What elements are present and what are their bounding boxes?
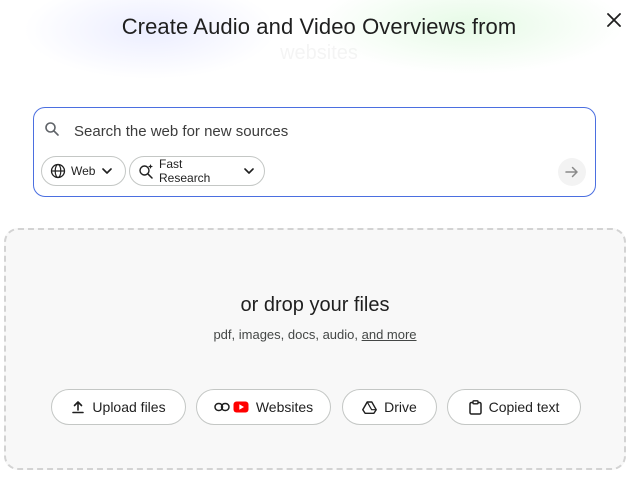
research-mode-dropdown[interactable]: Fast Research — [129, 156, 265, 186]
search-input[interactable] — [74, 120, 554, 142]
websites-label: Websites — [255, 399, 314, 415]
websites-icons — [214, 401, 249, 413]
copied-text-label: Copied text — [488, 399, 560, 415]
clipboard-icon — [468, 399, 482, 415]
upload-files-button[interactable]: Upload files — [51, 389, 186, 425]
chevron-down-icon — [102, 168, 113, 174]
close-icon — [607, 13, 621, 27]
and-more-link[interactable]: and more — [362, 327, 417, 342]
drop-zone-subtitle: pdf, images, docs, audio, and more — [6, 327, 624, 342]
supported-types-text: pdf, images, docs, audio, — [213, 327, 358, 342]
link-icon — [214, 402, 230, 412]
research-chip-label: Fast Research — [159, 157, 211, 185]
file-drop-zone[interactable]: or drop your files pdf, images, docs, au… — [4, 228, 626, 470]
upload-files-label: Upload files — [92, 399, 166, 415]
search-sparkle-icon — [139, 164, 153, 179]
search-icon — [45, 122, 59, 136]
drop-zone-title: or drop your files — [240, 294, 390, 316]
close-button[interactable] — [602, 8, 626, 32]
dialog-header: Create Audio and Video Overviews from we… — [0, 14, 638, 64]
submit-search-button[interactable] — [558, 158, 586, 186]
search-box: Web Fast Research — [33, 107, 596, 197]
websites-button[interactable]: Websites — [196, 389, 331, 425]
drive-button[interactable]: Drive — [342, 389, 437, 425]
web-source-dropdown[interactable]: Web — [41, 156, 126, 186]
drive-icon — [362, 400, 378, 414]
copied-text-button[interactable]: Copied text — [447, 389, 581, 425]
dialog-title: Create Audio and Video Overviews from — [121, 14, 517, 39]
drive-label: Drive — [384, 399, 417, 415]
globe-icon — [50, 163, 66, 179]
upload-icon — [72, 401, 85, 414]
dialog-title-faded: websites — [280, 42, 358, 64]
youtube-icon — [233, 401, 249, 413]
web-chip-label: Web — [71, 164, 96, 178]
arrow-right-icon — [565, 166, 578, 178]
chevron-down-icon — [244, 168, 254, 174]
